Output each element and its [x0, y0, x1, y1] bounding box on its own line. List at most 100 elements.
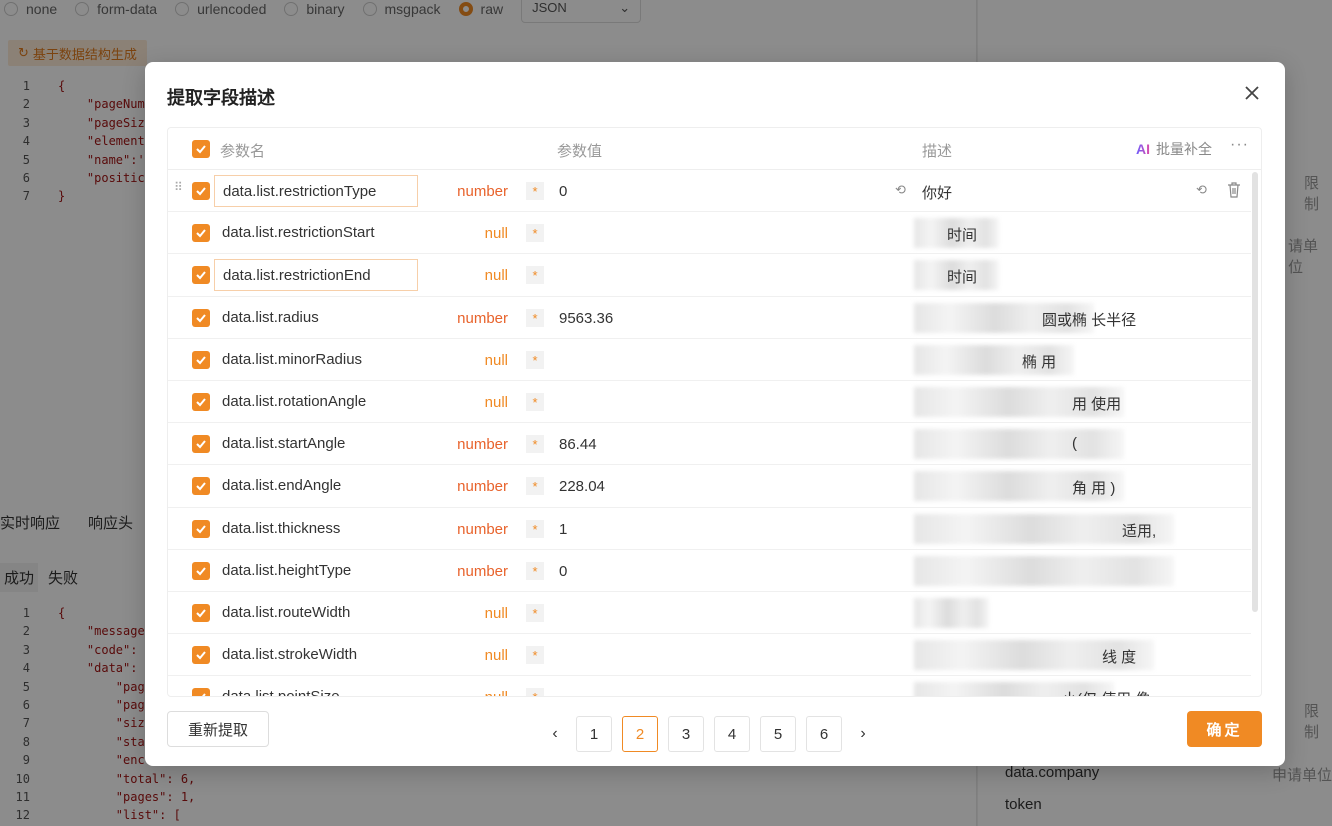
param-name[interactable]: data.list.heightType [214, 555, 418, 587]
check-icon [196, 398, 206, 407]
param-description[interactable]: 椭 用 [1022, 351, 1056, 372]
select-all-checkbox[interactable] [192, 140, 210, 158]
pagination-page-1[interactable]: 1 [576, 716, 612, 752]
param-description[interactable]: 用 使用 [1072, 393, 1121, 414]
table-row[interactable]: data.list.restrictionEnd null * 时间 [168, 254, 1251, 297]
column-header-name: 参数名 [220, 143, 266, 160]
required-marker[interactable]: * [526, 688, 544, 696]
table-row[interactable]: data.list.startAngle number * 86.44 ( [168, 423, 1251, 466]
trash-icon[interactable] [1226, 181, 1242, 199]
ai-suggest-icon[interactable]: ⟲ [895, 182, 906, 198]
table-row[interactable]: data.list.thickness number * 1 适用, [168, 508, 1251, 550]
required-marker[interactable]: * [526, 477, 544, 496]
table-scrollbar[interactable] [1252, 172, 1258, 692]
required-marker[interactable]: * [526, 308, 544, 327]
param-type: null [484, 393, 508, 411]
table-row[interactable]: data.list.heightType number * 0 [168, 550, 1251, 592]
table-row[interactable]: ⠿ data.list.restrictionType number * 0 你好 ⟲ ⟲ [168, 170, 1251, 213]
param-type: number [457, 309, 508, 327]
pagination-prev-button[interactable]: ‹ [544, 716, 566, 752]
drag-handle-icon[interactable]: ⠿ [174, 181, 183, 193]
check-icon [196, 271, 206, 280]
scrollbar-thumb[interactable] [1252, 172, 1258, 612]
required-marker[interactable]: * [526, 182, 544, 200]
row-checkbox[interactable] [192, 646, 210, 665]
check-icon [196, 482, 206, 491]
required-marker[interactable]: * [526, 350, 544, 369]
param-value[interactable]: 228.04 [559, 478, 605, 495]
param-value[interactable]: 0 [559, 563, 567, 580]
param-name[interactable]: data.list.routeWidth [214, 597, 418, 629]
param-description[interactable]: 小(仅 使用 像 [1062, 688, 1150, 696]
table-row[interactable]: data.list.radius number * 9563.36 圆或椭 长半径 [168, 297, 1251, 339]
param-description[interactable]: 时间 [947, 266, 977, 287]
param-name[interactable]: data.list.strokeWidth [214, 639, 418, 671]
reextract-button[interactable]: 重新提取 [167, 711, 269, 747]
param-name[interactable]: data.list.radius [214, 302, 418, 334]
required-marker[interactable]: * [526, 435, 544, 454]
table-row[interactable]: data.list.strokeWidth null * 线 度 [168, 634, 1251, 677]
row-checkbox[interactable] [192, 224, 210, 243]
param-description[interactable]: ( [1072, 435, 1077, 452]
row-checkbox[interactable] [192, 350, 210, 369]
param-type: number [457, 478, 508, 496]
param-name[interactable]: data.list.restrictionStart [214, 217, 418, 249]
param-name[interactable]: data.list.startAngle [214, 428, 418, 460]
required-marker[interactable]: * [526, 224, 544, 243]
pagination-page-2[interactable]: 2 [622, 716, 658, 752]
pagination-page-3[interactable]: 3 [668, 716, 704, 752]
required-marker[interactable]: * [526, 603, 544, 622]
row-checkbox[interactable] [192, 435, 210, 454]
row-checkbox[interactable] [192, 688, 210, 696]
column-header-description: 描述 [922, 143, 953, 160]
param-description[interactable]: 圆或椭 长半径 [1042, 309, 1136, 330]
required-marker[interactable]: * [526, 646, 544, 665]
redacted-description-mask [914, 429, 1124, 460]
table-row[interactable]: data.list.endAngle number * 228.04 角 用 ) [168, 465, 1251, 508]
param-description[interactable]: 角 用 ) [1072, 477, 1115, 498]
table-row[interactable]: data.list.rotationAngle null * 用 使用 [168, 381, 1251, 424]
table-header: 参数名 参数值 描述 AI 批量补全 ··· [168, 128, 1261, 170]
param-description[interactable]: 时间 [947, 224, 977, 245]
param-name[interactable]: data.list.rotationAngle [214, 386, 418, 418]
pagination-page-6[interactable]: 6 [806, 716, 842, 752]
param-description[interactable]: 线 度 [1102, 646, 1136, 667]
required-marker[interactable]: * [526, 561, 544, 580]
table-row[interactable]: data.list.routeWidth null * [168, 592, 1251, 635]
row-checkbox[interactable] [192, 308, 210, 327]
param-name[interactable]: data.list.restrictionEnd [214, 259, 418, 292]
param-description[interactable]: 你好 [922, 182, 952, 203]
param-name[interactable]: data.list.thickness [214, 513, 418, 545]
pagination-page-4[interactable]: 4 [714, 716, 750, 752]
param-value[interactable]: 1 [559, 521, 567, 538]
param-name[interactable]: data.list.minorRadius [214, 344, 418, 376]
param-description[interactable]: 适用, [1122, 520, 1156, 541]
more-options-icon[interactable]: ··· [1230, 136, 1249, 154]
param-name[interactable]: data.list.restrictionType [214, 175, 418, 207]
close-icon[interactable] [1241, 82, 1263, 104]
row-checkbox[interactable] [192, 519, 210, 538]
table-row[interactable]: data.list.restrictionStart null * 时间 [168, 212, 1251, 255]
row-checkbox[interactable] [192, 266, 210, 285]
param-value[interactable]: 9563.36 [559, 310, 613, 327]
pagination-page-5[interactable]: 5 [760, 716, 796, 752]
required-marker[interactable]: * [526, 519, 544, 538]
row-checkbox[interactable] [192, 392, 210, 411]
row-checkbox[interactable] [192, 603, 210, 622]
param-type: null [484, 604, 508, 622]
param-value[interactable]: 0 [559, 183, 567, 200]
table-row[interactable]: data.list.minorRadius null * 椭 用 [168, 339, 1251, 381]
ai-suggest-icon[interactable]: ⟲ [1196, 182, 1207, 198]
table-row[interactable]: data.list.pointSizenull * 小(仅 使用 像 [168, 676, 1251, 696]
pagination-next-button[interactable]: › [852, 716, 874, 752]
param-name[interactable]: data.list.endAngle [214, 470, 418, 502]
required-marker[interactable]: * [526, 266, 544, 285]
param-name[interactable]: data.list.pointSize [214, 681, 418, 696]
confirm-button[interactable]: 确定 [1187, 711, 1262, 747]
row-checkbox[interactable] [192, 182, 210, 200]
row-checkbox[interactable] [192, 561, 210, 580]
ai-batch-fill-button[interactable]: AI 批量补全 [1136, 139, 1212, 159]
row-checkbox[interactable] [192, 477, 210, 496]
required-marker[interactable]: * [526, 392, 544, 411]
param-value[interactable]: 86.44 [559, 436, 597, 453]
